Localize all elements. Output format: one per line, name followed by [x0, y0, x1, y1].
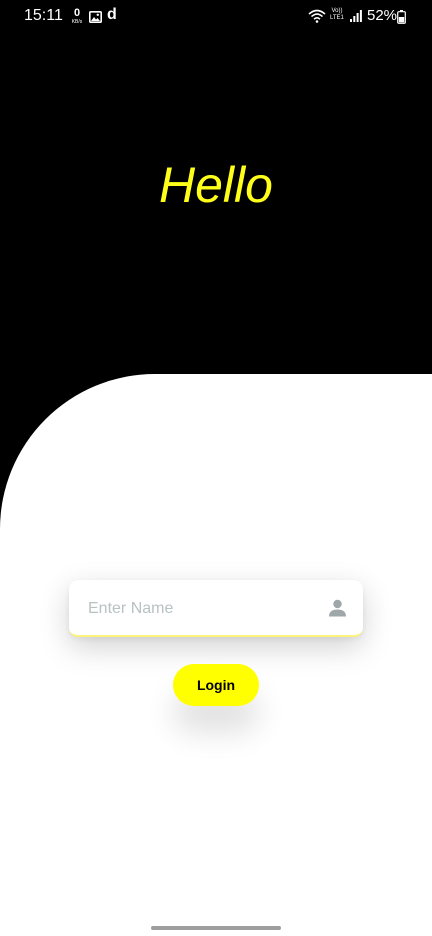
volte-label: Vo)) [331, 8, 343, 14]
volte-indicator: Vo)) LTE1 [330, 8, 344, 22]
battery-percent: 52% [367, 7, 398, 24]
network-speed-unit: KB/s [71, 19, 83, 25]
person-icon [328, 599, 347, 622]
battery-icon [397, 10, 406, 29]
network-speed-value: 0 [73, 7, 81, 19]
lte-label: LTE1 [330, 15, 344, 21]
signal-icon [350, 9, 362, 27]
name-field[interactable] [69, 580, 363, 637]
app-screen: 15:11 0 KB/s d Vo)) LTE1 52% Hello Enter… [0, 0, 432, 936]
page-title: Hello [159, 157, 273, 213]
app-notification-icon: d [107, 6, 117, 23]
login-button[interactable]: Login [173, 664, 259, 706]
status-bar: 15:11 0 KB/s d Vo)) LTE1 52% [0, 0, 432, 34]
status-time: 15:11 [24, 7, 63, 24]
wifi-icon [308, 9, 326, 28]
home-indicator[interactable] [151, 926, 281, 930]
network-speed: 0 KB/s [69, 8, 85, 25]
form-panel [0, 374, 432, 936]
name-input[interactable] [86, 580, 320, 637]
gallery-icon [89, 10, 102, 28]
